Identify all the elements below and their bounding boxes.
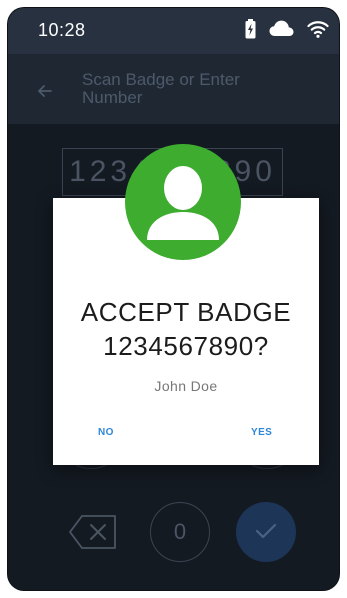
backspace-icon[interactable] xyxy=(68,514,118,555)
cloud-icon xyxy=(269,20,294,42)
device-screen: 10:28 Scan Badge or Enter Number 0 ACCEP… xyxy=(8,8,339,590)
status-bar: 10:28 xyxy=(8,8,339,54)
dialog-title: ACCEPT BADGE 1234567890? xyxy=(53,295,319,363)
wifi-icon xyxy=(307,20,329,43)
battery-charging-icon xyxy=(245,18,256,44)
checkmark-icon xyxy=(255,519,277,545)
confirm-button[interactable] xyxy=(236,502,296,562)
dialog-title-line1: ACCEPT BADGE xyxy=(80,297,292,327)
arrow-left-icon[interactable] xyxy=(38,84,52,102)
status-time: 10:28 xyxy=(38,20,86,40)
user-avatar-icon xyxy=(125,144,241,260)
keypad-key-zero-label: 0 xyxy=(173,519,187,544)
status-icons xyxy=(245,17,329,45)
yes-button[interactable]: YES xyxy=(251,427,272,438)
app-bar: Scan Badge or Enter Number xyxy=(8,54,339,124)
keypad-key-zero[interactable]: 0 xyxy=(150,502,210,562)
dialog-title-line2: 1234567890? xyxy=(103,331,269,361)
no-button[interactable]: NO xyxy=(98,427,114,438)
page-title: Scan Badge or Enter Number xyxy=(82,70,240,107)
dialog-user-name: John Doe xyxy=(154,378,218,394)
keypad-bottom-row: 0 xyxy=(8,502,339,562)
